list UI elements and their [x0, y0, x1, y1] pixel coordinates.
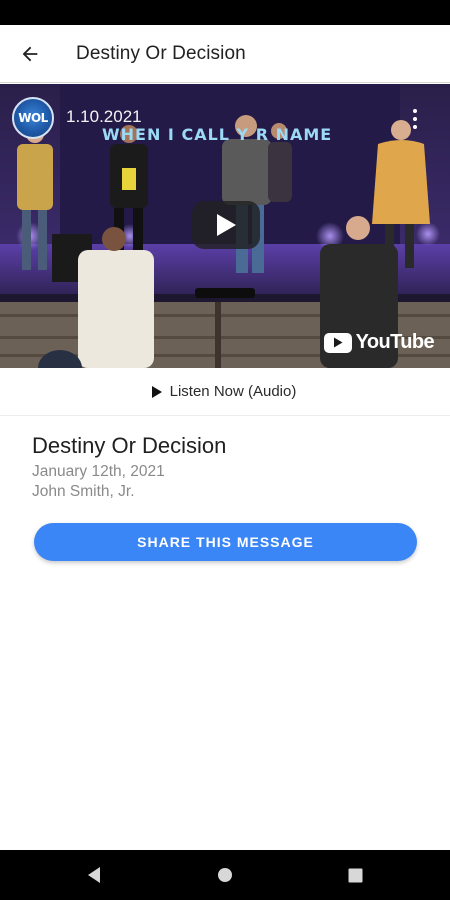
arrow-left-icon — [22, 46, 38, 62]
more-options-button[interactable] — [410, 109, 420, 129]
play-small-icon — [151, 385, 162, 398]
listen-now-audio-button[interactable]: Listen Now (Audio) — [0, 368, 450, 416]
channel-logo-text: WOL — [18, 111, 48, 125]
video-date-overlay: 1.10.2021 — [66, 107, 142, 126]
listen-now-content: Listen Now (Audio) — [151, 383, 297, 400]
back-button[interactable] — [10, 34, 50, 74]
channel-logo[interactable]: WOL — [12, 97, 54, 139]
video-lyric-overlay: WHEN I CALL Y R NAME — [102, 125, 333, 144]
more-dot — [413, 117, 417, 121]
more-vertical-icon — [413, 109, 417, 113]
nav-recents-icon — [348, 868, 362, 882]
nav-home-button[interactable] — [205, 850, 245, 900]
video-player[interactable]: WOL 1.10.2021 WHEN I CALL Y R NAME YouTu… — [0, 84, 450, 368]
message-date: January 12th, 2021 — [32, 463, 165, 480]
nav-back-button[interactable] — [74, 850, 114, 900]
more-dot — [413, 125, 417, 129]
status-bar — [0, 0, 450, 25]
listen-now-label: Listen Now (Audio) — [169, 383, 297, 400]
play-button[interactable] — [192, 201, 260, 249]
nav-back-icon — [88, 867, 100, 883]
message-speaker: John Smith, Jr. — [32, 483, 135, 500]
youtube-logo[interactable]: YouTube — [323, 331, 435, 354]
share-message-button[interactable]: SHARE THIS MESSAGE — [34, 523, 417, 561]
play-icon — [217, 214, 236, 236]
page-title: Destiny Or Decision — [76, 43, 246, 64]
youtube-label: YouTube — [355, 331, 435, 353]
nav-home-icon — [218, 868, 232, 882]
app-bar: Destiny Or Decision — [0, 25, 450, 83]
nav-recents-button[interactable] — [335, 850, 375, 900]
system-navigation-bar — [0, 850, 450, 900]
youtube-play-icon — [323, 332, 352, 353]
message-title: Destiny Or Decision — [32, 433, 227, 458]
